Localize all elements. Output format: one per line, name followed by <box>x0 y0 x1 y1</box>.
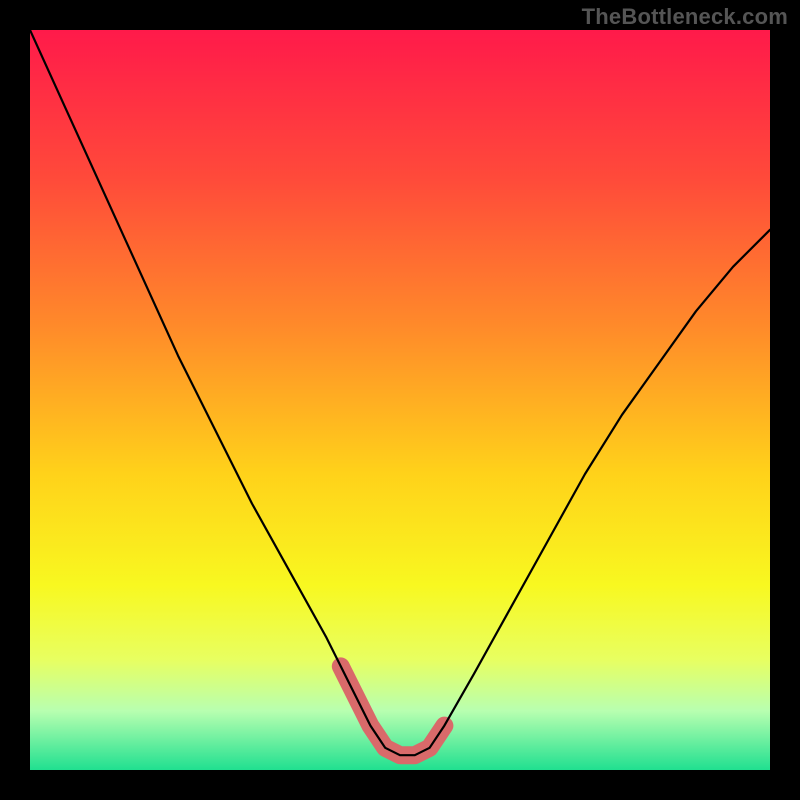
bottleneck-chart <box>0 0 800 800</box>
chart-stage: TheBottleneck.com <box>0 0 800 800</box>
chart-background-gradient <box>30 30 770 770</box>
watermark-text: TheBottleneck.com <box>582 4 788 30</box>
